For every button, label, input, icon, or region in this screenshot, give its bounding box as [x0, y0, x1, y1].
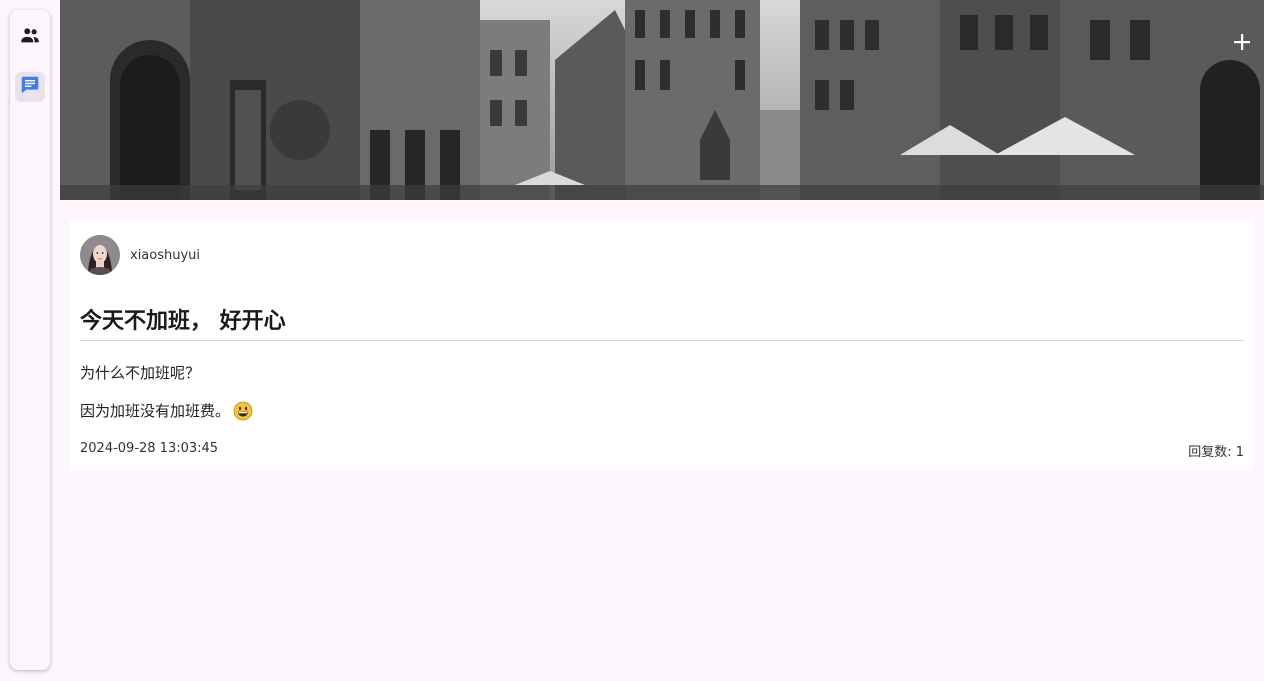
side-rail — [10, 10, 50, 670]
post-card: xiaoshuyui 今天不加班， 好开心 为什么不加班呢？ 因为加班没有加班费… — [70, 220, 1254, 470]
rail-item-people[interactable] — [15, 22, 45, 52]
post-paragraph-text: 因为加班没有加班费。 — [80, 402, 231, 420]
post-timestamp: 2024-09-28 13:03:45 — [80, 441, 219, 456]
reply-count[interactable]: 回复数: 1 — [1188, 441, 1244, 460]
post-title: 今天不加班， 好开心 — [80, 308, 1244, 341]
author-name[interactable]: xiaoshuyui — [130, 248, 200, 263]
street-illustration — [60, 0, 1264, 200]
post-author: xiaoshuyui — [80, 235, 1244, 275]
post-paragraph: 因为加班没有加班费。 — [80, 401, 1244, 421]
rail-item-posts[interactable] — [15, 72, 45, 102]
post-paragraph: 为什么不加班呢？ — [80, 364, 201, 382]
add-post-button[interactable] — [1230, 30, 1254, 54]
app-root: xiaoshuyui 今天不加班， 好开心 为什么不加班呢？ 因为加班没有加班费… — [0, 0, 1264, 681]
chat-icon — [19, 74, 41, 100]
plus-icon — [1233, 33, 1251, 51]
post-meta: 2024-09-28 13:03:45 回复数: 1 — [80, 441, 1244, 460]
avatar[interactable] — [80, 235, 120, 275]
people-icon — [19, 24, 41, 50]
grinning-face-icon — [233, 401, 253, 421]
banner-image — [60, 0, 1264, 200]
